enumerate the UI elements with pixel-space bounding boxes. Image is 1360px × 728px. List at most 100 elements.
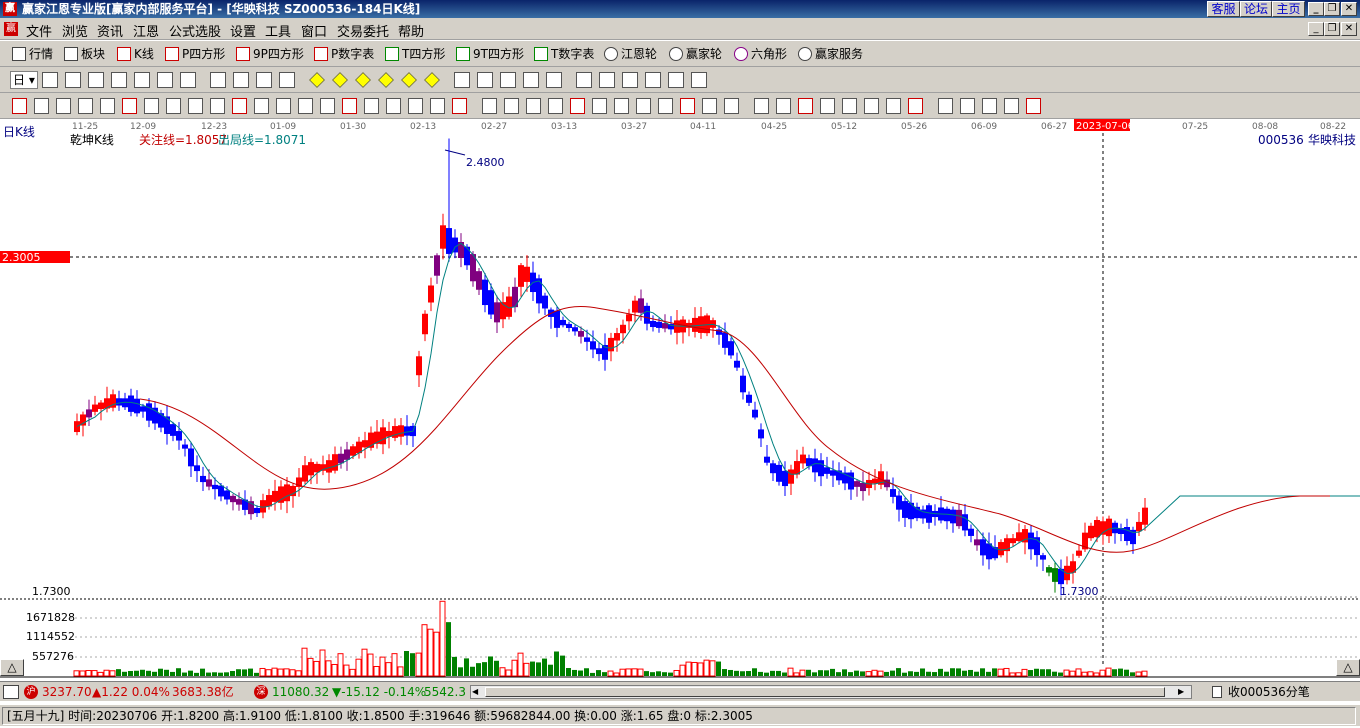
draw-tool-icon[interactable] <box>482 98 497 114</box>
toolbar-hexagon-button[interactable]: 六角形 <box>734 45 787 63</box>
zoom-icon[interactable] <box>668 72 684 88</box>
calc-icon[interactable] <box>622 72 638 88</box>
draw-tool-icon[interactable] <box>1004 98 1019 114</box>
toolbar-9t-square-button[interactable]: 9T四方形 <box>456 45 524 63</box>
draw-tool-icon[interactable] <box>122 98 137 114</box>
crosshair-icon[interactable] <box>477 72 493 88</box>
toolbar-9p-square-button[interactable]: 9P四方形 <box>236 45 304 63</box>
hand-icon[interactable] <box>454 72 470 88</box>
toolbar-winner-wheel-button[interactable]: 赢家轮 <box>669 45 722 63</box>
bars2-icon[interactable] <box>111 72 127 88</box>
toolbar-quote-button[interactable]: 行情 <box>12 45 53 63</box>
toolbar-kline-button[interactable]: K线 <box>117 45 154 63</box>
save-icon[interactable] <box>645 72 661 88</box>
gear-icon[interactable] <box>157 72 173 88</box>
menu-news[interactable]: 资讯 <box>97 21 123 40</box>
ruler-icon[interactable] <box>599 72 615 88</box>
scroll-left-icon[interactable]: ◀ <box>472 686 484 698</box>
draw-tool-icon[interactable] <box>570 98 585 114</box>
diamond-icon[interactable] <box>424 72 440 88</box>
next-icon[interactable] <box>256 72 272 88</box>
tick-detail-label[interactable]: 收000536分笔 <box>1228 682 1310 702</box>
line-icon[interactable] <box>523 72 539 88</box>
draw-tool-icon[interactable] <box>842 98 857 114</box>
draw-tool-icon[interactable] <box>34 98 49 114</box>
draw-tool-icon[interactable] <box>386 98 401 114</box>
menu-tools[interactable]: 工具 <box>265 21 291 40</box>
customer-service-button[interactable]: 客服 <box>1207 1 1240 17</box>
draw-tool-icon[interactable] <box>56 98 71 114</box>
menu-browse[interactable]: 浏览 <box>62 21 88 40</box>
child-close-icon[interactable]: ✕ <box>1341 22 1357 36</box>
diamond-icon[interactable] <box>401 72 417 88</box>
prev-icon[interactable] <box>233 72 249 88</box>
period-select[interactable]: 日 ▾ <box>10 71 38 89</box>
draw-tool-icon[interactable] <box>364 98 379 114</box>
draw-tool-icon[interactable] <box>232 98 247 114</box>
diamond-icon[interactable] <box>378 72 394 88</box>
draw-tool-icon[interactable] <box>298 98 313 114</box>
scroll-down-button[interactable]: △ <box>1336 659 1360 676</box>
draw-tool-icon[interactable] <box>820 98 835 114</box>
draw-tool-icon[interactable] <box>754 98 769 114</box>
forum-button[interactable]: 论坛 <box>1240 1 1272 17</box>
calculator-icon[interactable] <box>3 685 19 699</box>
draw-tool-icon[interactable] <box>78 98 93 114</box>
draw-tool-icon[interactable] <box>680 98 695 114</box>
draw-tool-icon[interactable] <box>798 98 813 114</box>
scroll-right-icon[interactable]: ▶ <box>1178 686 1190 698</box>
print-icon[interactable] <box>691 72 707 88</box>
draw-tool-icon[interactable] <box>636 98 651 114</box>
kline-small-icon[interactable] <box>65 72 81 88</box>
compass-icon[interactable] <box>42 72 58 88</box>
first-icon[interactable] <box>210 72 226 88</box>
restore-icon[interactable]: ❐ <box>1324 2 1340 16</box>
toolbar-service-button[interactable]: 赢家服务 <box>798 45 863 63</box>
menu-window[interactable]: 窗口 <box>301 21 327 40</box>
draw-tool-icon[interactable] <box>908 98 923 114</box>
draw-tool-icon[interactable] <box>408 98 423 114</box>
draw-tool-icon[interactable] <box>592 98 607 114</box>
horizontal-scrollbar[interactable]: ◀ ▶ <box>470 685 1192 699</box>
bars-icon[interactable] <box>88 72 104 88</box>
scroll-thumb[interactable] <box>485 687 1165 697</box>
draw-tool-icon[interactable] <box>504 98 519 114</box>
menu-gann[interactable]: 江恩 <box>133 21 159 40</box>
menu-file[interactable]: 文件 <box>26 21 52 40</box>
draw-tool-icon[interactable] <box>960 98 975 114</box>
child-minimize-icon[interactable]: _ <box>1308 22 1324 36</box>
draw-tool-icon[interactable] <box>526 98 541 114</box>
child-restore-icon[interactable]: ❐ <box>1324 22 1340 36</box>
draw-tool-icon[interactable] <box>210 98 225 114</box>
draw-tool-icon[interactable] <box>12 98 27 114</box>
toolbar-p-number-button[interactable]: P数字表 <box>314 45 374 63</box>
draw-tool-icon[interactable] <box>144 98 159 114</box>
draw-tool-icon[interactable] <box>776 98 791 114</box>
pointer-icon[interactable] <box>180 72 196 88</box>
diamond-icon[interactable] <box>332 72 348 88</box>
kline-chart-svg[interactable]: 11-25 12-09 12-23 01-09 01-30 02-13 02-27 03-13… <box>0 119 1360 679</box>
minimize-icon[interactable]: _ <box>1308 2 1324 16</box>
menu-help[interactable]: 帮助 <box>398 21 424 40</box>
toolbar-t-number-button[interactable]: T数字表 <box>534 45 594 63</box>
draw-tool-icon[interactable] <box>430 98 445 114</box>
draw-tool-icon[interactable] <box>864 98 879 114</box>
draw-tool-icon[interactable] <box>886 98 901 114</box>
draw-tool-icon[interactable] <box>342 98 357 114</box>
calendar-icon[interactable] <box>576 72 592 88</box>
draw-tool-icon[interactable] <box>100 98 115 114</box>
pattern-icon[interactable] <box>546 72 562 88</box>
draw-tool-icon[interactable] <box>548 98 563 114</box>
draw-tool-icon[interactable] <box>982 98 997 114</box>
diamond-icon[interactable] <box>355 72 371 88</box>
draw-tool-icon[interactable] <box>1026 98 1041 114</box>
draw-tool-icon[interactable] <box>166 98 181 114</box>
draw-tool-icon[interactable] <box>188 98 203 114</box>
candle-icon[interactable] <box>134 72 150 88</box>
draw-tool-icon[interactable] <box>276 98 291 114</box>
close-icon[interactable]: ✕ <box>1341 2 1357 16</box>
toolbar-p-square-button[interactable]: P四方形 <box>165 45 225 63</box>
draw-tool-icon[interactable] <box>702 98 717 114</box>
draw-tool-icon[interactable] <box>254 98 269 114</box>
draw-tool-icon[interactable] <box>658 98 673 114</box>
